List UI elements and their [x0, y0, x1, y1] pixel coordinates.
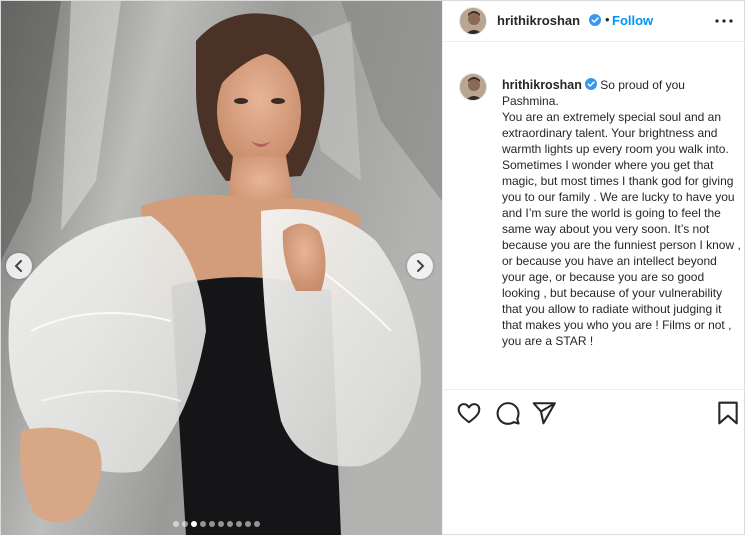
avatar[interactable] [459, 73, 487, 101]
caption-scroll-area[interactable]: hrithikroshan So proud of you Pashmina. … [443, 63, 745, 389]
carousel-dot [200, 521, 206, 527]
carousel-indicator [173, 521, 260, 527]
comment-icon[interactable] [495, 400, 521, 426]
carousel-dot [254, 521, 260, 527]
carousel-dot [191, 521, 197, 527]
username-link[interactable]: hrithikroshan [497, 13, 580, 28]
caption-username-link[interactable]: hrithikroshan [502, 78, 582, 92]
instagram-post: hrithikroshan • Follow hrithikroshan So … [0, 0, 745, 535]
portrait-photo [1, 1, 442, 535]
avatar[interactable] [459, 7, 487, 35]
paper-plane-icon[interactable] [531, 400, 557, 426]
next-slide-button[interactable] [407, 253, 433, 279]
bookmark-icon[interactable] [715, 400, 741, 426]
chevron-right-icon [417, 260, 425, 272]
profile-picture [460, 8, 486, 34]
post-photo[interactable] [1, 1, 442, 535]
separator-dot: • [605, 12, 610, 27]
more-options-icon[interactable] [715, 19, 733, 23]
action-bar [443, 389, 745, 535]
caption-text: So proud of you Pashmina. You are an ext… [502, 78, 741, 348]
profile-picture [460, 74, 486, 100]
carousel-dot [209, 521, 215, 527]
post-caption: hrithikroshan So proud of you Pashmina. … [502, 77, 742, 349]
follow-button[interactable]: Follow [612, 13, 653, 28]
post-header: hrithikroshan • Follow [443, 1, 745, 42]
carousel-dot [245, 521, 251, 527]
carousel-dot [182, 521, 188, 527]
carousel-dot [218, 521, 224, 527]
chevron-left-icon [14, 260, 22, 272]
verified-badge-icon [584, 78, 597, 90]
post-side-panel: hrithikroshan • Follow hrithikroshan So … [442, 1, 745, 535]
carousel-dot [173, 521, 179, 527]
previous-slide-button[interactable] [6, 253, 32, 279]
verified-badge-icon [589, 14, 601, 26]
heart-icon[interactable] [456, 400, 482, 426]
carousel-dot [227, 521, 233, 527]
carousel-dot [236, 521, 242, 527]
